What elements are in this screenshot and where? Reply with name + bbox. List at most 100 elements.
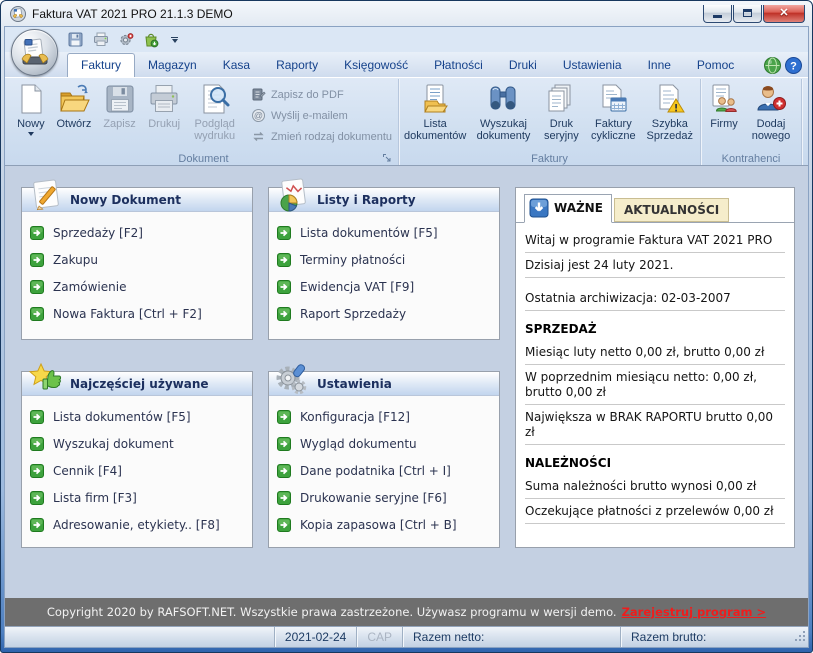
- tab-kasa[interactable]: Kasa: [210, 54, 263, 77]
- ribbon-group-faktury: Lista dokumentów Wyszukaj dokumenty Druk…: [399, 79, 701, 165]
- register-link[interactable]: Zarejestruj program >: [622, 605, 767, 619]
- link-lista-firm[interactable]: Lista firm [F3]: [30, 484, 246, 511]
- link-konfiguracja[interactable]: Konfiguracja [F12]: [277, 403, 493, 430]
- qat-customize-button[interactable]: [171, 37, 178, 43]
- print-preview-button[interactable]: Podgląd wydruku: [186, 80, 243, 142]
- online-update-icon[interactable]: [764, 57, 781, 74]
- green-arrow-icon: [277, 464, 291, 478]
- news-section-header: NALEŻNOŚCI: [525, 445, 785, 474]
- link-drukowanie-seryjne[interactable]: Drukowanie seryjne [F6]: [277, 484, 493, 511]
- link-cennik[interactable]: Cennik [F4]: [30, 457, 246, 484]
- link-terminy-platnosci[interactable]: Terminy płatności: [277, 246, 493, 273]
- close-button[interactable]: ✕: [763, 5, 805, 23]
- szybka-sprzedaz-button[interactable]: Szybka Sprzedaż: [642, 80, 698, 142]
- link-lista-dokumentow[interactable]: Lista dokumentów [F5]: [277, 219, 493, 246]
- green-arrow-icon: [277, 226, 291, 240]
- resize-grip[interactable]: [795, 631, 806, 645]
- settings-icon[interactable]: [117, 31, 134, 48]
- link-lista-dokumentow-2[interactable]: Lista dokumentów [F5]: [30, 403, 246, 430]
- tabrow-right-icons: ?: [764, 57, 808, 77]
- news-section-header: SPRZEDAŻ: [525, 311, 785, 340]
- open-button[interactable]: Otwórz: [51, 80, 98, 130]
- maximize-button[interactable]: [733, 5, 762, 23]
- tab-raporty[interactable]: Raporty: [263, 54, 331, 77]
- panel-title: Listy i Raporty: [317, 193, 416, 207]
- tab-magazyn[interactable]: Magazyn: [135, 54, 210, 77]
- new-dropdown-caret-icon: [28, 132, 34, 136]
- druk-seryjny-button[interactable]: Druk seryjny: [538, 80, 586, 142]
- tab-platnosci[interactable]: Płatności: [421, 54, 496, 77]
- link-wyszukaj-dokument[interactable]: Wyszukaj dokument: [30, 430, 246, 457]
- panel-title: Ustawienia: [317, 377, 392, 391]
- faktury-cykliczne-button[interactable]: Faktury cykliczne: [585, 80, 641, 142]
- link-wyglad-dokumentu[interactable]: Wygląd dokumentu: [277, 430, 493, 457]
- tab-pomoc[interactable]: Pomoc: [684, 54, 747, 77]
- important-down-arrow-icon: [529, 198, 549, 218]
- green-arrow-icon: [30, 518, 44, 532]
- green-arrow-icon: [30, 280, 44, 294]
- lista-dokumentow-button[interactable]: Lista dokumentów: [401, 80, 469, 142]
- status-brutto-label: Razem brutto:: [620, 627, 808, 647]
- wyszukaj-dokumenty-button[interactable]: Wyszukaj dokumenty: [469, 80, 537, 142]
- link-ewidencja-vat[interactable]: Ewidencja VAT [F9]: [277, 273, 493, 300]
- link-dane-podatnika[interactable]: Dane podatnika [Ctrl + I]: [277, 457, 493, 484]
- panel-najczesciej-uzywane: Najczęściej używane Lista dokumentów [F5…: [21, 371, 253, 548]
- main-area: Nowy Dokument Sprzedaży [F2] Zakupu Zamó…: [5, 165, 808, 598]
- application-menu-button[interactable]: [11, 29, 58, 76]
- copyright-text: Copyright 2020 by RAFSOFT.NET. Wszystkie…: [47, 605, 617, 619]
- dodaj-nowego-button[interactable]: Dodaj nowego: [745, 80, 797, 142]
- tab-druki[interactable]: Druki: [496, 54, 550, 77]
- svg-text:?: ?: [790, 61, 797, 73]
- tab-inne[interactable]: Inne: [635, 54, 684, 77]
- send-email-button[interactable]: @ Wyślij e-mailem: [251, 108, 392, 123]
- link-raport-sprzedazy[interactable]: Raport Sprzedaży: [277, 300, 493, 327]
- link-nowa-faktura[interactable]: Nowa Faktura [Ctrl + F2]: [30, 300, 246, 327]
- panel-listy-raporty: Listy i Raporty Lista dokumentów [F5] Te…: [268, 187, 500, 340]
- news-row: W poprzednim miesiącu netto: 0,00 zł, br…: [525, 365, 785, 405]
- link-adresowanie-etykiety[interactable]: Adresowanie, etykiety.. [F8]: [30, 511, 246, 538]
- print-button[interactable]: Drukuj: [142, 80, 187, 130]
- shop-icon[interactable]: [142, 31, 159, 48]
- firmy-button[interactable]: Firmy: [703, 80, 745, 130]
- swap-arrows-icon: [251, 129, 266, 144]
- green-arrow-icon: [277, 518, 291, 532]
- green-arrow-icon: [30, 226, 44, 240]
- news-row: Miesiąc luty netto 0,00 zł, brutto 0,00 …: [525, 340, 785, 365]
- news-row: Ostatnia archiwizacja: 02-03-2007: [525, 286, 785, 311]
- news-panel: WAŻNE AKTUALNOŚCI Witaj w programie Fakt…: [515, 187, 795, 548]
- minimize-button[interactable]: [703, 5, 732, 23]
- print-icon[interactable]: [92, 31, 109, 48]
- titlebar: Faktura VAT 2021 PRO 21.1.3 DEMO ✕: [4, 1, 809, 26]
- group-label-dokument: Dokument: [178, 153, 228, 165]
- tab-faktury[interactable]: Faktury: [67, 53, 135, 77]
- save-pdf-button[interactable]: Zapisz do PDF: [251, 87, 392, 102]
- stacked-pages-icon: [545, 83, 577, 115]
- close-icon: ✕: [779, 8, 788, 19]
- green-arrow-icon: [277, 437, 291, 451]
- help-icon[interactable]: ?: [785, 57, 802, 74]
- news-row: Największa w BRAK RAPORTU brutto 0,00 zł: [525, 405, 785, 445]
- tab-wazne[interactable]: WAŻNE: [524, 194, 612, 223]
- new-button[interactable]: Nowy: [11, 80, 51, 136]
- panel-title: Nowy Dokument: [70, 193, 181, 207]
- tab-aktualnosci[interactable]: AKTUALNOŚCI: [614, 198, 729, 222]
- tab-ustawienia[interactable]: Ustawienia: [550, 54, 635, 77]
- green-arrow-icon: [277, 280, 291, 294]
- copyright-bar: Copyright 2020 by RAFSOFT.NET. Wszystkie…: [5, 598, 808, 626]
- link-zamowienie[interactable]: Zamówienie: [30, 273, 246, 300]
- app-shell: Faktury Magazyn Kasa Raporty Księgowość …: [4, 26, 809, 648]
- save-button[interactable]: Zapisz: [97, 80, 142, 130]
- open-folder-icon: [58, 83, 90, 115]
- status-bar: 2021-02-24 CAP Razem netto: Razem brutto…: [5, 626, 808, 647]
- companies-icon: [708, 83, 740, 115]
- dialog-launcher-icon[interactable]: [382, 151, 393, 162]
- link-zakupu[interactable]: Zakupu: [30, 246, 246, 273]
- link-sprzedazy[interactable]: Sprzedaży [F2]: [30, 219, 246, 246]
- tab-ksiegowosc[interactable]: Księgowość: [331, 54, 421, 77]
- save-icon[interactable]: [67, 31, 84, 48]
- link-kopia-zapasowa[interactable]: Kopia zapasowa [Ctrl + B]: [277, 511, 493, 538]
- news-row: Oczekujące płatności z przelewów 0,00 zł: [525, 499, 785, 524]
- ribbon-tab-bar: Faktury Magazyn Kasa Raporty Księgowość …: [5, 52, 808, 77]
- change-doc-type-button[interactable]: Zmień rodzaj dokumentu: [251, 129, 392, 144]
- recurring-invoice-icon: [597, 83, 629, 115]
